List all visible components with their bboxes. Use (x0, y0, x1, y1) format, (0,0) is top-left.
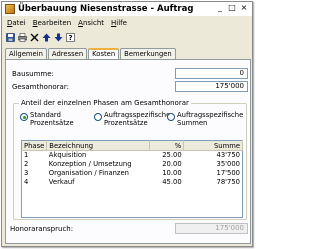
phasen-groupbox: Anteil der einzelnen Phasen am Gesamthon… (13, 99, 247, 220)
cell-prozent: 25.00 (162, 151, 182, 159)
tab-bemerkungen[interactable]: Bemerkungen (120, 48, 176, 59)
cell-phase: 4 (24, 178, 29, 186)
maximize-button[interactable]: □ (227, 4, 237, 13)
cell-prozent: 45.00 (162, 178, 182, 186)
application-window: Überbauung Niesenstrasse - Auftrag _ □ ×… (1, 1, 253, 247)
table-row[interactable]: 1 Akquisition 25.00 43'750 (22, 151, 243, 161)
minimize-button[interactable]: _ (215, 4, 225, 13)
menu-bar: Datei Bearbeiten Ansicht Hilfe (2, 17, 252, 29)
cell-summe: 43'750 (216, 151, 241, 159)
help-icon[interactable]: ? (65, 33, 75, 43)
column-header-bezeichnung[interactable]: Bezeichnung (46, 140, 150, 151)
bausumme-field[interactable]: 0 (175, 68, 248, 79)
column-header-prozent[interactable]: % (149, 140, 185, 151)
cell-summe: 17'500 (216, 169, 241, 177)
menu-hilfe[interactable]: Hilfe (111, 19, 127, 27)
gesamthonorar-field[interactable]: 175'000 (175, 81, 248, 92)
cell-bezeichnung: Konzeption / Umsetzung (48, 160, 132, 168)
table-row[interactable]: 3 Organisation / Finanzen 10.00 17'500 (22, 169, 243, 178)
cell-phase: 1 (24, 151, 29, 159)
cell-bezeichnung: Verkauf (48, 178, 75, 186)
table-row[interactable]: 4 Verkauf 45.00 78'750 (22, 178, 243, 187)
app-icon (5, 4, 15, 14)
cell-prozent: 10.00 (162, 169, 182, 177)
print-icon[interactable] (17, 33, 27, 43)
arrow-up-icon[interactable] (41, 33, 51, 43)
radio-label: Auftragsspezifische Summen (177, 111, 244, 127)
menu-bearbeiten[interactable]: Bearbeiten (33, 19, 71, 27)
toolbar: ? (5, 31, 77, 44)
honoraranspruch-label: Honoraranspruch: (10, 225, 74, 233)
title-bar[interactable]: Überbauung Niesenstrasse - Auftrag _ □ × (2, 2, 252, 16)
delete-icon[interactable] (29, 33, 39, 43)
radio-indicator[interactable] (94, 113, 102, 121)
radio-label: Standard Prozentsätze (30, 111, 74, 127)
column-header-phase[interactable]: Phase (21, 140, 48, 151)
save-icon[interactable] (5, 33, 15, 43)
table-row[interactable]: 2 Konzeption / Umsetzung 20.00 35'000 (22, 160, 243, 169)
radio-standard-prozentsaetze[interactable]: Standard Prozentsätze (20, 111, 74, 127)
radio-indicator[interactable] (20, 113, 28, 121)
radio-auftragsspezifische-prozentsaetze[interactable]: Auftragsspezifische Prozentsätze (94, 111, 171, 127)
radio-label: Auftragsspezifische Prozentsätze (104, 111, 171, 127)
radio-auftragsspezifische-summen[interactable]: Auftragsspezifische Summen (167, 111, 244, 127)
table-header-row: Phase Bezeichnung % Summe (21, 140, 243, 151)
radio-indicator[interactable] (167, 113, 175, 121)
svg-text:?: ? (68, 34, 72, 42)
phasen-table: Phase Bezeichnung % Summe 1 Akquisition … (21, 140, 243, 218)
tab-strip: Allgemein Adressen Kosten Bemerkungen (5, 47, 177, 60)
cell-phase: 2 (24, 160, 29, 168)
close-button[interactable]: × (239, 4, 249, 13)
table-row-empty (22, 187, 243, 217)
cell-bezeichnung: Akquisition (48, 151, 87, 159)
window-title: Überbauung Niesenstrasse - Auftrag (18, 4, 194, 14)
kosten-panel: Bausumme: 0 Gesamthonorar: 175'000 Antei… (5, 59, 251, 244)
bausumme-label: Bausumme: (12, 70, 54, 78)
tab-allgemein[interactable]: Allgemein (5, 48, 47, 59)
menu-ansicht[interactable]: Ansicht (78, 19, 104, 27)
groupbox-title: Anteil der einzelnen Phasen am Gesamthon… (19, 99, 191, 107)
cell-bezeichnung: Organisation / Finanzen (48, 169, 129, 177)
cell-phase: 3 (24, 169, 29, 177)
cell-summe: 78'750 (216, 178, 241, 186)
arrow-down-icon[interactable] (53, 33, 63, 43)
tab-adressen[interactable]: Adressen (47, 48, 88, 59)
cell-prozent: 20.00 (162, 160, 182, 168)
honoraranspruch-field: 175'000 (175, 223, 248, 234)
menu-datei[interactable]: Datei (7, 19, 26, 27)
cell-summe: 35'000 (216, 160, 241, 168)
gesamthonorar-label: Gesamthonorar: (12, 83, 69, 91)
column-header-summe[interactable]: Summe (183, 140, 243, 151)
